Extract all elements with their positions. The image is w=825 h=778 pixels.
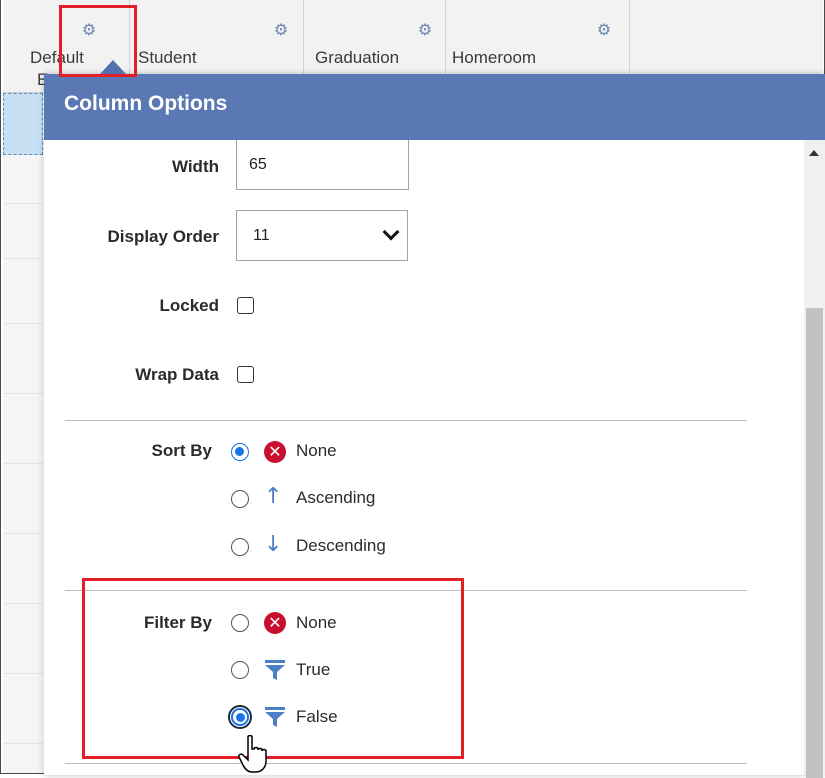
gear-icon[interactable]: ⚙ — [417, 22, 433, 38]
filter-highlight-box — [82, 578, 464, 759]
sort-ascending-radio[interactable] — [231, 490, 249, 508]
row-divider — [3, 603, 43, 604]
scroll-thumb[interactable] — [806, 308, 823, 778]
width-input[interactable]: 65 — [236, 140, 409, 190]
wrap-data-label: Wrap Data — [135, 365, 219, 384]
row-divider — [3, 258, 43, 259]
sort-by-label: Sort By — [151, 441, 212, 460]
arrow-down-icon: ↓ — [264, 532, 283, 557]
display-order-select[interactable]: 11 — [236, 210, 408, 261]
chevron-down-icon — [382, 223, 400, 241]
locked-label: Locked — [159, 296, 219, 315]
popup-title: Column Options — [64, 92, 228, 115]
row-divider — [3, 533, 43, 534]
popup-title-bar: Column Options — [44, 74, 825, 140]
sort-descending-radio[interactable] — [231, 538, 249, 556]
column-label-student: Student — [138, 48, 197, 67]
row-divider — [3, 673, 43, 674]
gear-icon[interactable]: ⚙ — [596, 22, 612, 38]
hand-cursor-icon — [238, 735, 267, 773]
x-circle-icon: ✕ — [264, 441, 286, 463]
column-label-graduation: Graduation — [315, 48, 400, 67]
row-divider — [3, 323, 43, 324]
selected-row[interactable] — [3, 93, 43, 155]
width-label: Width — [171, 157, 219, 176]
row-divider — [3, 743, 43, 744]
sort-none-radio[interactable] — [231, 443, 249, 461]
display-order-label: Display Order — [107, 227, 220, 246]
wrap-data-checkbox[interactable] — [237, 366, 254, 383]
locked-checkbox[interactable] — [237, 297, 254, 314]
scrollbar[interactable] — [804, 140, 825, 778]
sort-ascending-label: Ascending — [296, 488, 376, 507]
row-divider — [3, 393, 43, 394]
popup-pointer-caret — [100, 60, 126, 74]
display-order-value: 11 — [253, 227, 270, 244]
grid-body — [3, 93, 43, 773]
sort-none-label: None — [296, 441, 337, 460]
scroll-up-arrow-icon[interactable] — [809, 150, 819, 156]
row-divider — [3, 203, 43, 204]
divider — [65, 420, 747, 421]
divider — [65, 763, 747, 764]
gear-icon[interactable]: ⚙ — [273, 22, 289, 38]
sort-descending-label: Descending — [296, 536, 386, 555]
column-label-homeroom: Homeroom — [452, 48, 537, 67]
row-divider — [3, 463, 43, 464]
arrow-up-icon: ↑ — [264, 484, 283, 509]
